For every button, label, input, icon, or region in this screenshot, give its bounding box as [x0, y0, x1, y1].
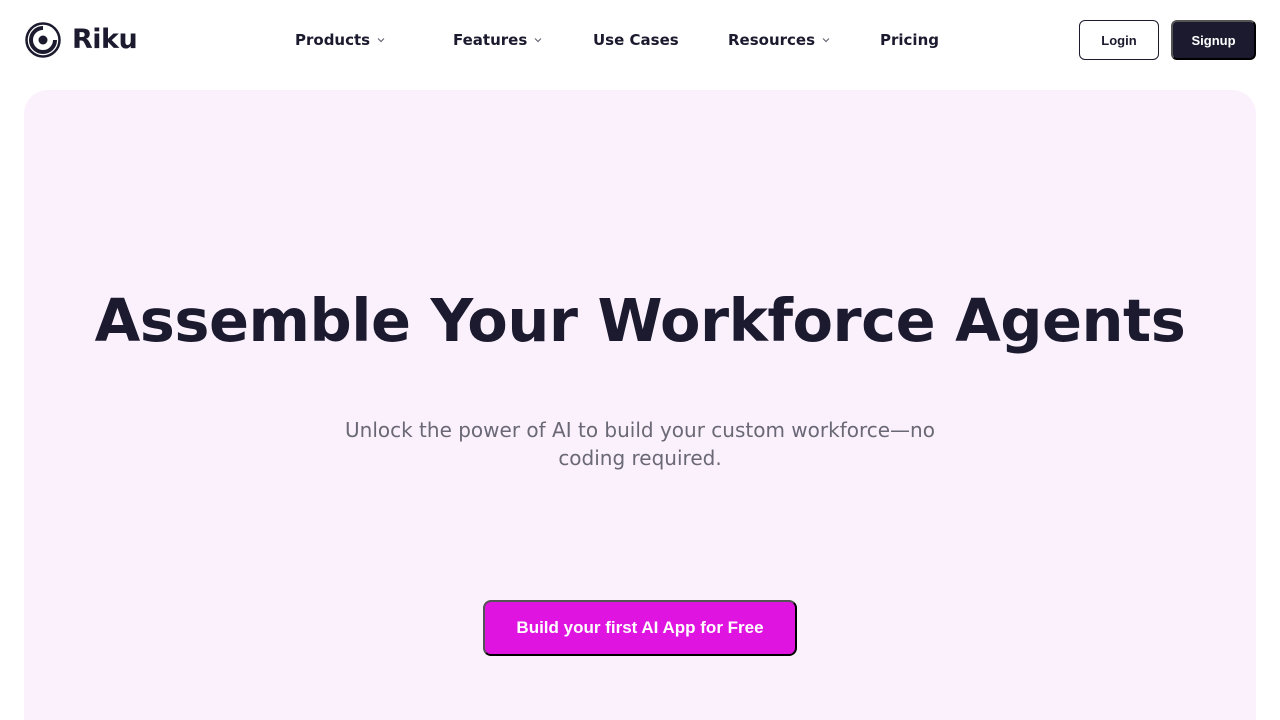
chevron-down-icon — [376, 35, 386, 45]
build-first-app-button[interactable]: Build your first AI App for Free — [483, 600, 797, 656]
nav-item-pricing[interactable]: Pricing — [880, 28, 939, 52]
nav-item-label: Features — [453, 31, 528, 49]
nav-item-products[interactable]: Products — [295, 28, 386, 52]
nav-item-features[interactable]: Features — [453, 28, 543, 52]
hero-section: Assemble Your Workforce Agents Unlock th… — [24, 90, 1256, 720]
nav-item-label: Resources — [728, 31, 816, 49]
chevron-down-icon — [821, 35, 831, 45]
signup-button[interactable]: Signup — [1171, 20, 1256, 60]
nav-item-label: Products — [295, 31, 371, 49]
riku-logo-icon — [24, 21, 62, 59]
hero-title: Assemble Your Workforce Agents — [94, 286, 1186, 355]
brand-logo-link[interactable]: Riku — [24, 21, 138, 59]
nav-item-label: Pricing — [880, 31, 939, 49]
brand-name: Riku — [72, 24, 138, 55]
navbar: Riku Products Features Use Cases Resourc… — [0, 0, 1280, 80]
nav-item-use-cases[interactable]: Use Cases — [593, 28, 679, 52]
hero-subtitle: Unlock the power of AI to build your cus… — [345, 418, 935, 470]
nav-item-resources[interactable]: Resources — [728, 28, 831, 52]
login-button[interactable]: Login — [1079, 20, 1159, 60]
nav-item-label: Use Cases — [593, 31, 679, 49]
chevron-down-icon — [533, 35, 543, 45]
